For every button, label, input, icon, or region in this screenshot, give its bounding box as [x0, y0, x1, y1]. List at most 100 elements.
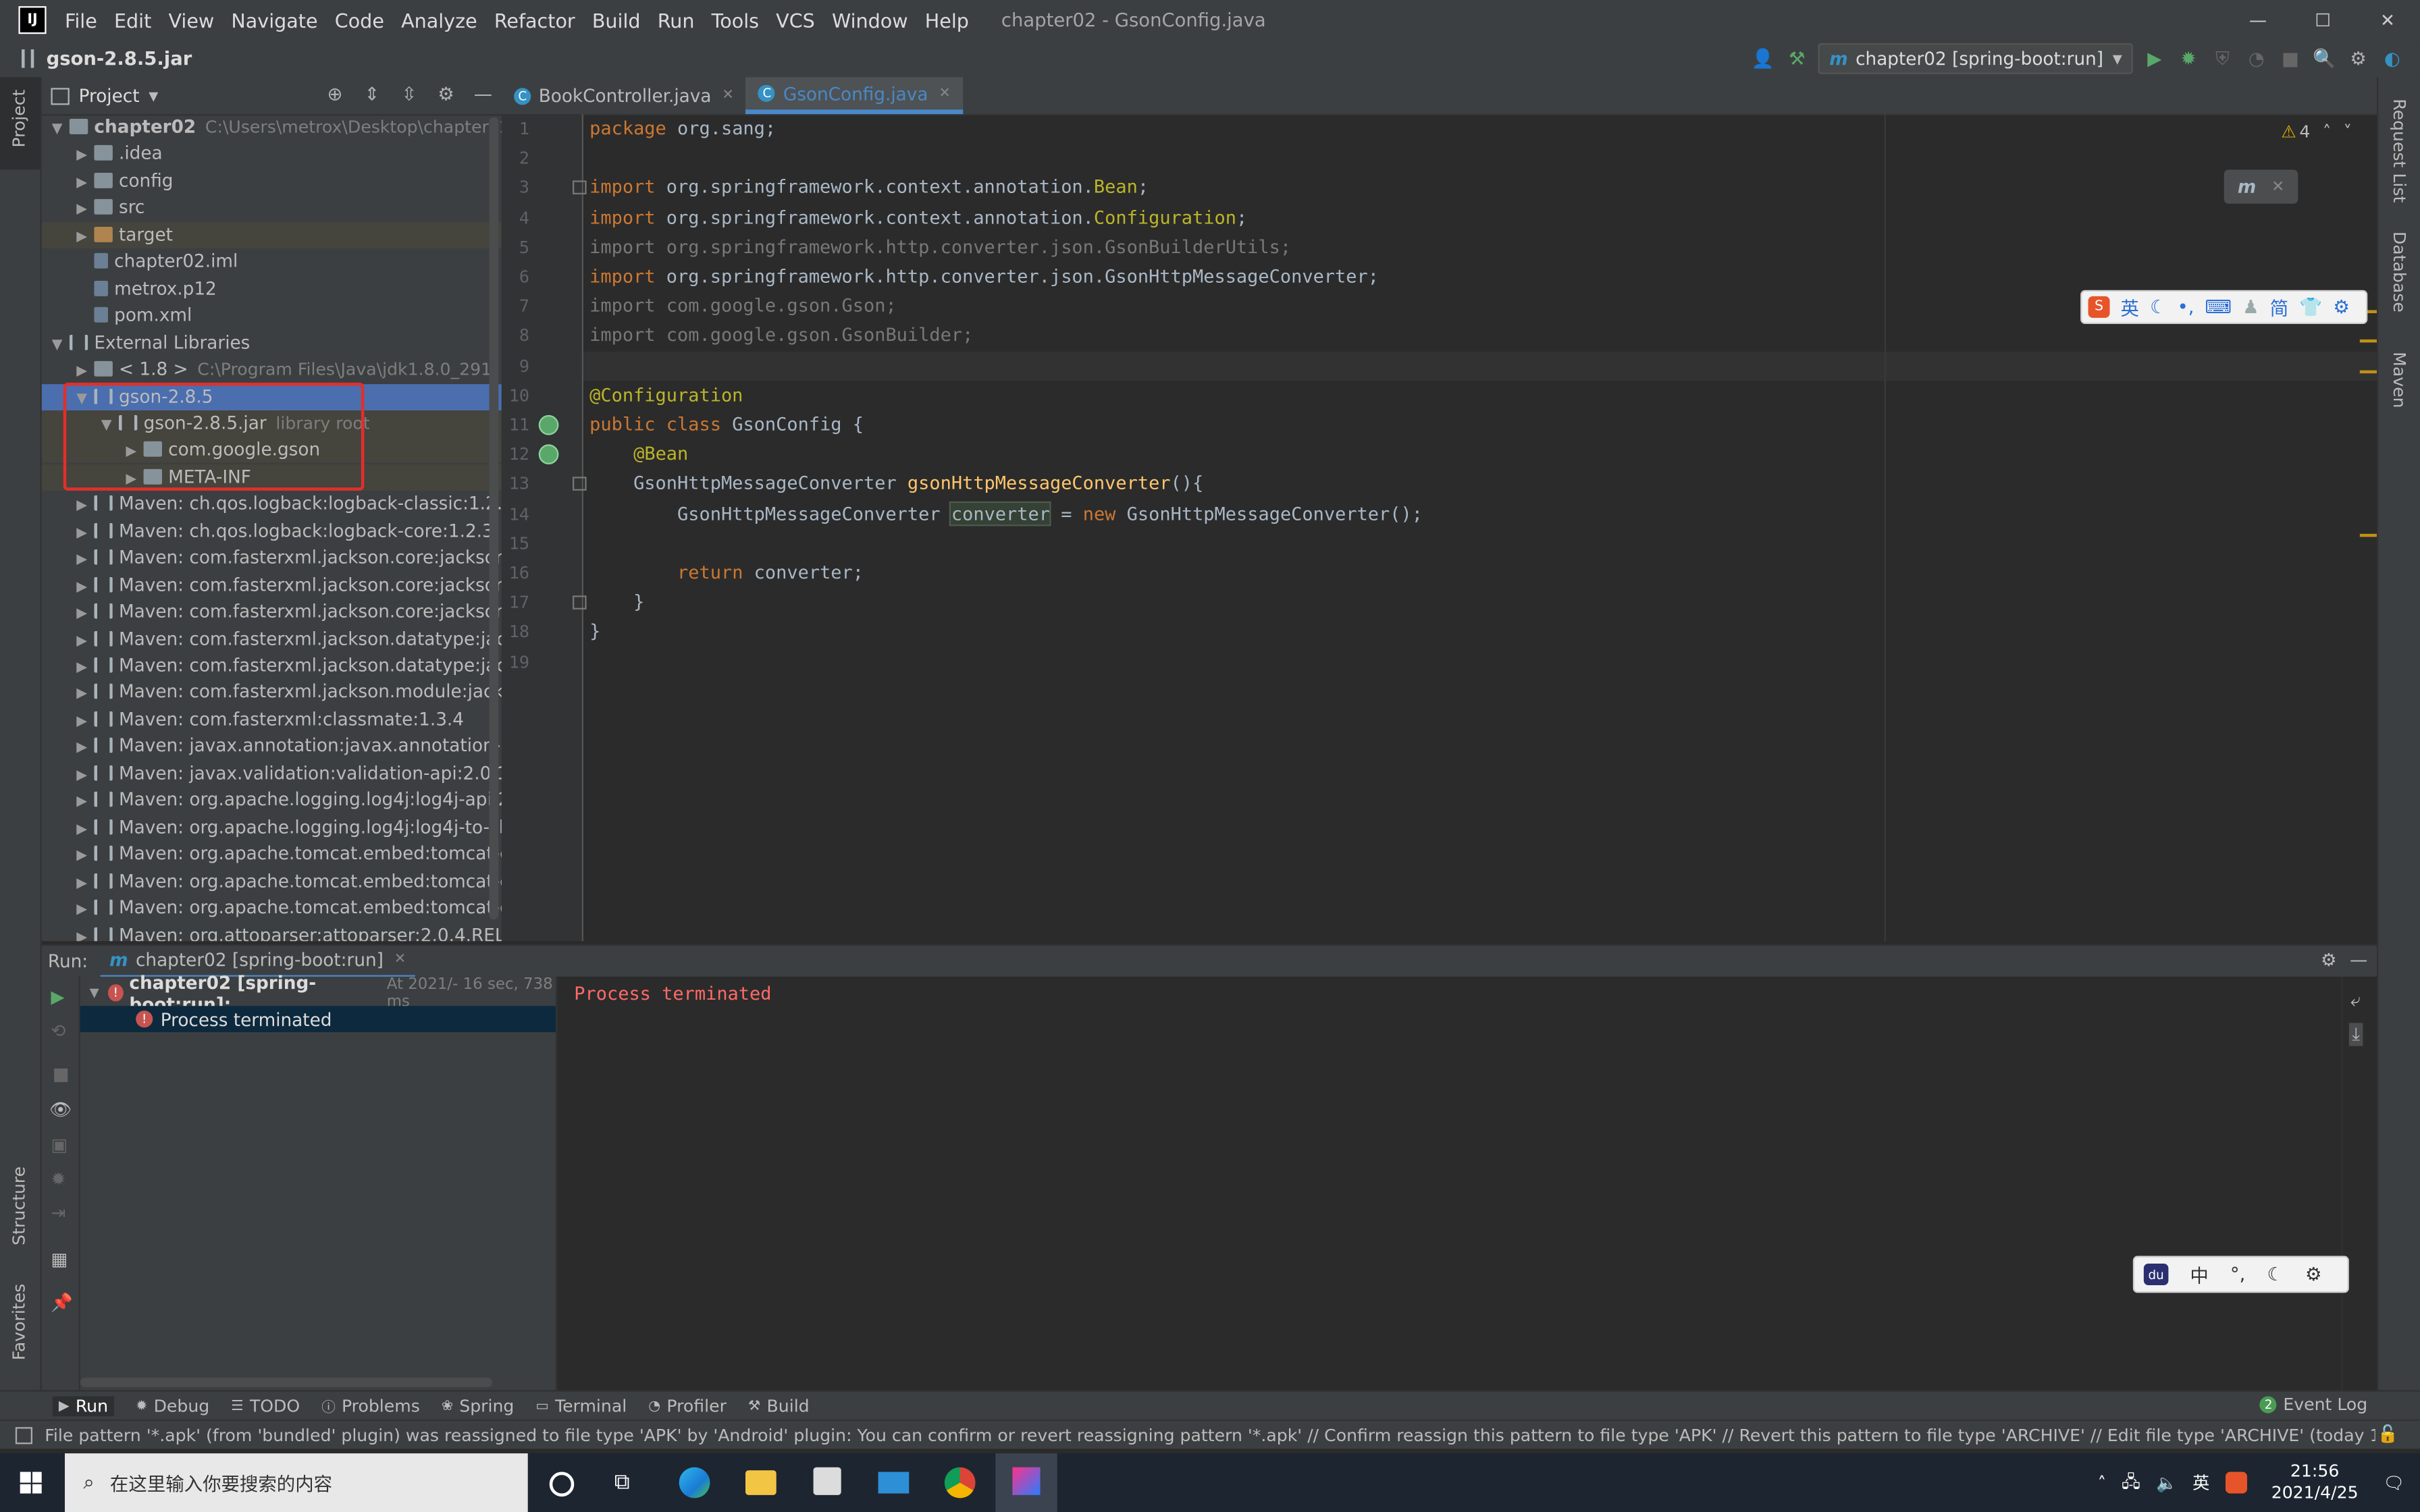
menu-edit[interactable]: Edit: [114, 9, 151, 32]
code-line[interactable]: GsonHttpMessageConverter converter = new…: [589, 500, 1423, 529]
hide-icon[interactable]: —: [2350, 949, 2367, 971]
chevron-right-icon[interactable]: ▶: [72, 817, 90, 844]
profile-icon[interactable]: ◔: [2244, 47, 2269, 72]
gear-icon[interactable]: ⚙: [433, 82, 458, 107]
search-icon[interactable]: 🔍: [2312, 47, 2337, 72]
stop-icon[interactable]: ■: [53, 1063, 70, 1085]
tree-item[interactable]: ▶ Maven: ch.qos.logback:logback-classic:1…: [42, 491, 502, 518]
menu-vcs[interactable]: VCS: [776, 9, 815, 32]
chevron-right-icon[interactable]: ▶: [72, 790, 90, 817]
layout-icon[interactable]: ▦: [51, 1248, 68, 1270]
code-line[interactable]: import org.springframework.http.converte…: [589, 263, 1379, 292]
code-line[interactable]: @Bean: [589, 440, 688, 469]
rerun-failed-icon[interactable]: ⟲: [51, 1020, 65, 1042]
edge-icon[interactable]: [679, 1467, 710, 1498]
warning-stripe[interactable]: [2359, 533, 2377, 537]
minimize-icon[interactable]: —: [2226, 9, 2290, 31]
warning-stripe[interactable]: [2359, 339, 2377, 343]
plugin-icon[interactable]: ◐: [2380, 47, 2405, 72]
store-icon[interactable]: [813, 1467, 841, 1495]
bean-icon[interactable]: [538, 444, 559, 465]
close-icon[interactable]: ✕: [939, 86, 950, 101]
run-tree-scrollbar[interactable]: [80, 1378, 493, 1387]
task-view-icon[interactable]: ⧉: [614, 1470, 630, 1495]
close-icon[interactable]: ✕: [394, 952, 406, 967]
menu-code[interactable]: Code: [335, 9, 384, 32]
bottom-tab-debug[interactable]: ✹ Debug: [136, 1397, 209, 1417]
chevron-right-icon[interactable]: ▶: [72, 360, 90, 386]
chevron-right-icon[interactable]: ▶: [72, 925, 90, 941]
tree-item[interactable]: ▶ < 1.8 > C:\Program Files\Java\jdk1.8.0_2…: [42, 356, 502, 383]
run-tree-root[interactable]: ▼ ! chapter02 [spring-boot:run]: At 2021…: [80, 971, 556, 1015]
chevron-right-icon[interactable]: ▶: [72, 575, 90, 601]
close-icon[interactable]: ✕: [2355, 9, 2420, 31]
chevron-up-icon[interactable]: ˄: [2323, 122, 2332, 142]
chevron-right-icon[interactable]: ▶: [72, 709, 90, 736]
run-icon[interactable]: ▶: [2142, 47, 2167, 72]
tree-item[interactable]: ▶ Maven: javax.validation:validation-api:…: [42, 760, 502, 786]
exit-icon[interactable]: ⇥: [51, 1202, 65, 1224]
chevron-right-icon[interactable]: ▶: [72, 494, 90, 520]
menu-help[interactable]: Help: [925, 9, 969, 32]
run-tree-item[interactable]: ! Process terminated: [80, 1006, 556, 1033]
breadcrumb[interactable]: gson-2.8.5.jar: [47, 48, 192, 70]
structure-tool-tab[interactable]: Structure: [0, 1157, 40, 1265]
menu-build[interactable]: Build: [592, 9, 641, 32]
punctuation-icon[interactable]: •,: [2178, 296, 2194, 318]
coverage-icon[interactable]: ⛨: [2210, 47, 2235, 72]
chevron-right-icon[interactable]: ▶: [72, 655, 90, 682]
tree-item[interactable]: ▶ Maven: com.fasterxml.jackson.core:jacks…: [42, 572, 502, 598]
ime-toolbar[interactable]: S 英 ☾ •, ⌨ ♟ 简 👕 ⚙: [2080, 290, 2368, 324]
bottom-tab-spring[interactable]: ❀ Spring: [442, 1397, 515, 1417]
chrome-icon[interactable]: [944, 1467, 976, 1498]
code-line[interactable]: @Configuration: [589, 381, 743, 410]
tree-item[interactable]: ▶ Maven: org.apache.tomcat.embed:tomcat-e…: [42, 895, 502, 921]
menu-file[interactable]: File: [65, 9, 97, 32]
tree-item[interactable]: ▶ Maven: com.fasterxml.jackson.core:jacks…: [42, 545, 502, 571]
tree-item[interactable]: ▶ src: [42, 195, 502, 221]
tree-scrollbar[interactable]: [489, 117, 499, 920]
gear-icon[interactable]: ⚙: [2333, 296, 2350, 318]
favorites-tool-tab[interactable]: Favorites: [0, 1278, 40, 1386]
menu-navigate[interactable]: Navigate: [231, 9, 317, 32]
maven-reload-popup[interactable]: m ✕: [2224, 169, 2298, 204]
code-line[interactable]: import com.google.gson.Gson;: [589, 292, 897, 321]
bottom-tab-terminal[interactable]: ▭ Terminal: [535, 1397, 627, 1417]
tree-item[interactable]: ▶ Maven: org.apache.logging.log4j:log4j-t…: [42, 814, 502, 840]
tree-item[interactable]: ▶ .idea: [42, 141, 502, 167]
bug-icon[interactable]: ✹: [51, 1168, 65, 1189]
tab-gsonconfig[interactable]: C GsonConfig.java ✕: [745, 77, 963, 115]
maximize-icon[interactable]: ☐: [2290, 9, 2355, 31]
menu-tools[interactable]: Tools: [712, 9, 759, 32]
chevron-right-icon[interactable]: ▶: [72, 198, 90, 224]
eye-icon[interactable]: 👁: [49, 1098, 72, 1120]
console-output[interactable]: Process terminated: [557, 977, 2338, 1390]
debug-icon[interactable]: ✹: [2176, 47, 2201, 72]
close-icon[interactable]: ✕: [722, 88, 733, 103]
rerun-icon[interactable]: ▶: [51, 986, 64, 1008]
moon-icon[interactable]: ☾: [2267, 1264, 2284, 1285]
ime-status-bar[interactable]: du 中 °, ☾ ⚙: [2132, 1256, 2349, 1293]
code-line[interactable]: }: [589, 618, 600, 647]
menu-view[interactable]: View: [168, 9, 214, 32]
layout-toggle-icon[interactable]: [15, 1426, 32, 1444]
tree-item[interactable]: ▶ target: [41, 221, 502, 248]
tree-item[interactable]: ▶ Maven: com.fasterxml.jackson.datatype:j…: [42, 653, 502, 679]
chevron-right-icon[interactable]: ▶: [72, 736, 90, 763]
bottom-tab-problems[interactable]: ⓘ Problems: [321, 1397, 420, 1417]
sogou-tray-icon[interactable]: [2225, 1472, 2247, 1494]
chevron-right-icon[interactable]: ▶: [72, 763, 90, 790]
request-list-tool-tab[interactable]: Request List: [2378, 86, 2420, 210]
keyboard-icon[interactable]: ⌨: [2205, 296, 2232, 318]
bottom-tab-profiler[interactable]: ◔ Profiler: [648, 1397, 727, 1417]
chevron-right-icon[interactable]: ▶: [72, 602, 90, 628]
tab-bookcontroller[interactable]: C BookController.java ✕: [502, 77, 746, 114]
tree-item[interactable]: ▶ Maven: com.fasterxml.jackson.core:jacks…: [42, 599, 502, 625]
menu-window[interactable]: Window: [832, 9, 908, 32]
ime-lang-toggle[interactable]: 中: [2190, 1262, 2208, 1288]
chevron-right-icon[interactable]: ▶: [72, 171, 90, 197]
tree-item[interactable]: ▼ chapter02 C:\Users\metrox\Desktop\chapte…: [42, 114, 502, 140]
code-line[interactable]: GsonHttpMessageConverter gsonHttpMessage…: [589, 470, 1203, 499]
intellij-taskbar-icon[interactable]: [995, 1453, 1057, 1512]
taskbar-search[interactable]: ⌕ 在这里输入你要搜索的内容: [64, 1453, 528, 1512]
